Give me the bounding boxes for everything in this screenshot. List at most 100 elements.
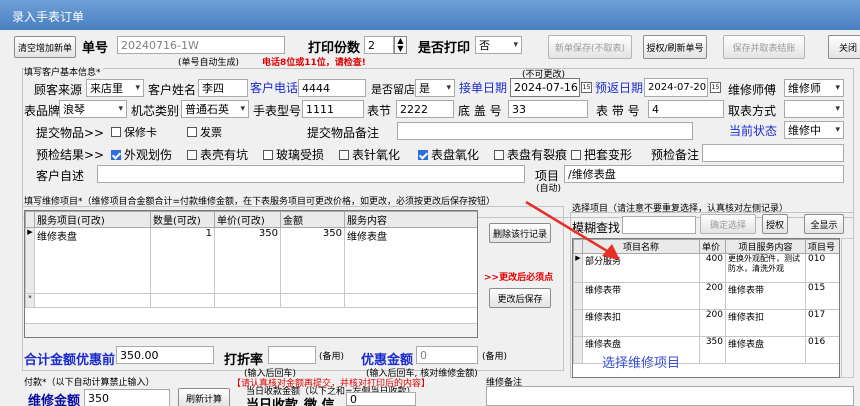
vertical-scrollbar[interactable] [841,238,854,378]
cell-qty[interactable]: 1 [150,227,215,294]
total-label: 合计金额优惠前 [24,353,116,368]
name-label: 客户姓名 [148,83,197,97]
cell-content[interactable]: 维修表扣 [725,309,806,337]
cell-price[interactable]: 200 [699,282,726,310]
technician-select[interactable]: 维修师 [784,79,844,97]
name-field[interactable]: 李四 [198,79,248,97]
inspect-glass-checkbox[interactable]: 玻璃受损 [263,146,324,163]
inspect-glass-label: 玻璃受损 [276,148,325,162]
cell-price[interactable]: 400 [699,253,726,283]
source-select[interactable]: 来店里 [86,79,144,97]
inspect-notes-field[interactable] [702,144,844,162]
cell-code[interactable]: 017 [805,309,839,337]
column-header[interactable]: 单价 [699,239,726,254]
band-field[interactable]: 4 [648,100,724,118]
warranty-card-checkbox[interactable]: 保修卡 [111,124,157,140]
cell-content[interactable]: 维修表带 [725,282,806,310]
inspect-crack-checkbox[interactable]: 表盘有裂痕 [494,146,567,163]
inspect-dial-checkbox[interactable]: 表盘氧化 [418,146,479,163]
checkbox-icon [339,149,349,160]
movement-select[interactable]: 普通石英 [181,100,249,118]
cell-price[interactable]: 350 [214,227,281,294]
column-header[interactable]: 项目号 [805,239,839,254]
brand-select[interactable]: 浪琴 [59,100,127,118]
caseback-field[interactable]: 33 [508,100,588,118]
cell-code[interactable]: 010 [805,253,839,283]
close-button[interactable]: 关闭 [828,35,860,59]
cell-price[interactable]: 350 [699,336,726,364]
cell-code[interactable]: 016 [805,336,839,364]
cell-name[interactable]: 维修表扣 [582,309,700,337]
cell-amount[interactable]: 350 [280,227,345,294]
column-header[interactable]: 服务内容 [344,211,477,228]
fuzzy-search-input[interactable] [622,216,696,234]
return-date-field[interactable]: 2024-07-20 [644,78,708,97]
inspect-scratch-checkbox[interactable]: 外观划伤 [111,146,172,163]
repair-items-grid[interactable]: 服务项目(可改) 数量(可改) 单价(可改) 金额 服务内容 ▶ 维修表盘 1 … [24,210,478,338]
checkbox-icon [263,149,273,160]
row-pointer-icon: ▶ [25,227,35,294]
invoice-checkbox[interactable]: 发票 [187,124,222,140]
save-after-change-button[interactable]: 更改后保存 [489,288,551,308]
cell-service[interactable]: 维修表盘 [34,227,151,294]
repair-amount-field[interactable]: 350 [84,389,170,406]
print-copies-field[interactable]: 2 [364,36,394,54]
table-row[interactable]: ▶ 维修表盘 1 350 350 维修表盘 [25,227,477,294]
receive-date-field[interactable]: 2024-07-16 [510,78,580,97]
complaint-field[interactable] [97,165,525,183]
table-row[interactable]: 维修表扣 200 维修表扣 017 [573,309,839,337]
items-notes-field[interactable] [397,122,693,140]
cell-price[interactable]: 200 [699,309,726,337]
calendar-icon[interactable]: 15 [581,82,592,93]
cell-content[interactable]: 维修表盘 [344,227,477,294]
table-row[interactable]: 维修表带 200 维修表带 015 [573,282,839,310]
movement-label: 机芯类别 [131,104,180,118]
inspect-scratch-label: 外观划伤 [124,148,173,162]
authorize-button[interactable]: 授权 [762,214,788,234]
authorize-refresh-button[interactable]: 授权/刷新单号 [643,35,707,59]
new-row[interactable]: * [25,293,477,308]
cell-code[interactable]: 015 [805,282,839,310]
inspect-dent-checkbox[interactable]: 表壳有坑 [187,146,248,163]
print-confirm-select[interactable]: 否 [475,36,522,54]
inspect-crown-checkbox[interactable]: 把套变形 [571,146,632,163]
status-select[interactable]: 维修中 [784,121,844,139]
horizontal-scrollbar[interactable] [25,323,477,337]
print-confirm-label: 是否打印 [418,41,471,56]
save-settle-button[interactable]: 保存并取表结账 [723,35,805,59]
received-field[interactable]: 0 [346,392,416,406]
case-field[interactable]: 2222 [396,100,454,118]
phone-field[interactable]: 4444 [298,79,366,97]
discount-rate-field[interactable] [268,346,316,364]
cell-content[interactable]: 维修表盘 [725,336,806,364]
discount-amount-field[interactable]: 0 [416,346,478,364]
project-field[interactable]: /维修表盘 [564,165,844,183]
recalculate-button[interactable]: 刷新计算 [178,388,230,406]
pickup-select[interactable] [784,100,844,118]
pickup-label: 取表方式 [728,104,777,118]
keep-watch-select[interactable]: 是 [415,79,455,97]
column-header[interactable]: 单价(可改) [214,211,281,228]
checkbox-icon [187,149,197,160]
print-copies-stepper[interactable]: ▲ ▼ [394,36,407,54]
confirm-select-button[interactable]: 确定选择 [700,214,756,234]
calendar-icon[interactable]: 15 [710,82,721,93]
order-no-field[interactable]: 20240716-1W [117,36,285,54]
column-header[interactable]: 服务项目(可改) [34,211,151,228]
band-label: 表 带 号 [596,104,640,118]
model-field[interactable]: 1111 [302,100,364,118]
clear-add-button[interactable]: 清空增加新单 [14,36,76,58]
column-header[interactable]: 项目服务内容 [725,239,806,254]
inspect-hands-checkbox[interactable]: 表针氧化 [339,146,400,163]
column-header[interactable]: 金额 [280,211,345,228]
inspect-crown-label: 把套变形 [584,148,633,162]
received-unit-label: 微 信 [304,398,335,406]
total-field[interactable]: 350.00 [116,346,214,364]
cell-name[interactable]: 维修表带 [582,282,700,310]
repair-notes-field[interactable] [486,386,854,406]
repair-amount-label: 维修金额 [28,394,81,406]
show-all-button[interactable]: 全显示 [804,214,844,234]
cell-content[interactable]: 更换外观配件，测试防水，清洗外观 [725,253,806,283]
new-order-save-button[interactable]: 新单保存(不取表) [548,35,632,59]
column-header[interactable]: 数量(可改) [150,211,215,228]
